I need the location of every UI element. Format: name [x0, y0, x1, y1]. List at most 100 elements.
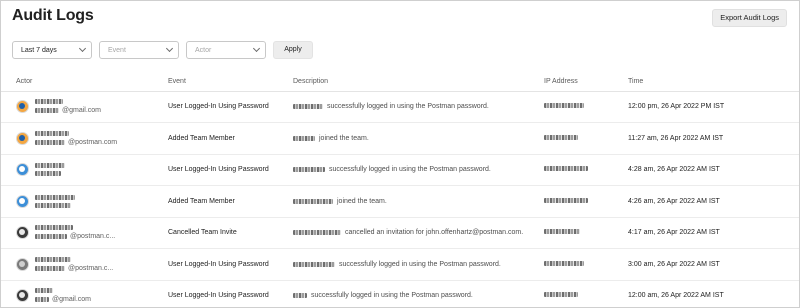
- avatar: [16, 226, 29, 240]
- export-audit-logs-button[interactable]: Export Audit Logs: [712, 9, 787, 27]
- actor-cell: @postman.c...: [1, 217, 168, 249]
- actor-email-domain: @gmail.com: [52, 296, 92, 304]
- event-cell: User Logged-In Using Password: [168, 91, 293, 123]
- redacted-name: [35, 99, 63, 105]
- redacted-name: [35, 225, 73, 231]
- ip-address-cell: [544, 280, 628, 307]
- actor-email-domain: @postman.c...: [70, 233, 116, 241]
- description-text: successfully logged in using the Postman…: [327, 103, 489, 111]
- event-cell: User Logged-In Using Password: [168, 248, 293, 281]
- avatar: [16, 257, 29, 271]
- time-cell: 4:28 am, 26 Apr 2022 AM IST: [628, 154, 799, 186]
- table-row[interactable]: @postman.c... User Logged-In Using Passwo…: [1, 248, 799, 281]
- redacted-email: [35, 171, 61, 177]
- redacted-name: [293, 261, 335, 267]
- description-text: joined the team.: [319, 134, 369, 142]
- event-cell: User Logged-In Using Password: [168, 280, 293, 307]
- description-text: joined the team.: [337, 197, 387, 205]
- date-range-dropdown[interactable]: Last 7 days: [12, 41, 92, 59]
- event-cell: Cancelled Team Invite: [168, 217, 293, 249]
- page-title: Audit Logs: [12, 7, 94, 24]
- actor-dropdown[interactable]: Actor: [186, 41, 266, 59]
- column-header-actor[interactable]: Actor: [1, 73, 168, 92]
- redacted-ip-address: [544, 134, 578, 140]
- table-row[interactable]: @postman.com Added Team Member joined the …: [1, 122, 799, 155]
- column-header-description[interactable]: Description: [293, 73, 544, 92]
- actor-cell: @gmail.com: [1, 280, 168, 307]
- table-row[interactable]: User Logged-In Using Password successfull…: [1, 154, 799, 186]
- actor-cell: @gmail.com: [1, 91, 168, 123]
- redacted-ip-address: [544, 103, 584, 109]
- time-cell: 12:00 am, 26 Apr 2022 AM IST: [628, 280, 799, 307]
- ip-address-cell: [544, 154, 628, 186]
- chevron-down-icon: [252, 44, 261, 53]
- description-cell: successfully logged in using the Postman…: [293, 280, 544, 307]
- redacted-ip-address: [544, 292, 578, 298]
- actor-cell: [1, 185, 168, 218]
- description-text: cancelled an invitation for john.offenha…: [345, 229, 524, 237]
- column-header-event[interactable]: Event: [168, 73, 293, 92]
- event-cell: Added Team Member: [168, 185, 293, 218]
- event-cell: User Logged-In Using Password: [168, 154, 293, 186]
- redacted-email: [35, 234, 67, 240]
- redacted-name: [293, 135, 315, 141]
- column-header-ip-address[interactable]: IP Address: [544, 73, 628, 92]
- time-cell: 4:26 am, 26 Apr 2022 AM IST: [628, 185, 799, 218]
- redacted-name: [35, 194, 75, 200]
- event-cell: Added Team Member: [168, 122, 293, 155]
- actor-email-domain: @postman.c...: [68, 264, 114, 272]
- redacted-email: [35, 202, 71, 208]
- table-row[interactable]: @gmail.com User Logged-In Using Password s…: [1, 280, 799, 307]
- redacted-ip-address: [544, 260, 584, 266]
- audit-log-table: Actor Event Description IP Address Time …: [1, 73, 799, 307]
- chevron-down-icon: [78, 44, 87, 53]
- audit-logs-page: Audit Logs Export Audit Logs Last 7 days…: [0, 0, 800, 308]
- avatar: [16, 131, 29, 145]
- actor-cell: @postman.c...: [1, 248, 168, 281]
- column-header-time[interactable]: Time: [628, 73, 799, 92]
- redacted-email: [35, 108, 59, 114]
- description-text: successfully logged in using the Postman…: [329, 166, 491, 174]
- description-text: successfully logged in using the Postman…: [311, 292, 473, 300]
- redacted-ip-address: [544, 197, 588, 203]
- actor-placeholder: Actor: [195, 46, 212, 54]
- description-cell: joined the team.: [293, 122, 544, 155]
- redacted-ip-address: [544, 229, 580, 235]
- apply-button[interactable]: Apply: [273, 41, 313, 59]
- chevron-down-icon: [165, 44, 174, 53]
- actor-email-domain: @gmail.com: [62, 107, 102, 115]
- actor-cell: [1, 154, 168, 186]
- time-cell: 4:17 am, 26 Apr 2022 AM IST: [628, 217, 799, 249]
- date-range-value: Last 7 days: [21, 46, 57, 54]
- redacted-name: [35, 163, 65, 169]
- event-placeholder: Event: [108, 46, 126, 54]
- redacted-name: [293, 167, 325, 173]
- ip-address-cell: [544, 217, 628, 249]
- table-row[interactable]: @gmail.com User Logged-In Using Password s…: [1, 91, 799, 123]
- filter-bar: Last 7 days Event Actor Apply: [12, 41, 313, 59]
- ip-address-cell: [544, 185, 628, 218]
- time-cell: 12:00 pm, 26 Apr 2022 PM IST: [628, 91, 799, 123]
- table-header-row: Actor Event Description IP Address Time: [1, 73, 799, 92]
- event-dropdown[interactable]: Event: [99, 41, 179, 59]
- redacted-name: [293, 104, 323, 110]
- description-cell: successfully logged in using the Postman…: [293, 91, 544, 123]
- avatar: [16, 194, 29, 208]
- ip-address-cell: [544, 91, 628, 123]
- table-row[interactable]: @postman.c... Cancelled Team Invite cancel…: [1, 217, 799, 249]
- actor-cell: @postman.com: [1, 122, 168, 155]
- description-cell: cancelled an invitation for john.offenha…: [293, 217, 544, 249]
- redacted-name: [293, 293, 307, 299]
- avatar: [16, 100, 29, 114]
- redacted-name: [35, 288, 53, 294]
- redacted-email: [35, 265, 65, 271]
- redacted-name: [35, 130, 69, 136]
- description-cell: joined the team.: [293, 185, 544, 218]
- table-row[interactable]: Added Team Member joined the team. 4:26 am…: [1, 185, 799, 218]
- time-cell: 11:27 am, 26 Apr 2022 AM IST: [628, 122, 799, 155]
- redacted-ip-address: [544, 166, 588, 172]
- description-cell: successfully logged in using the Postman…: [293, 248, 544, 281]
- redacted-name: [293, 198, 333, 204]
- redacted-email: [35, 297, 49, 303]
- description-text: successfully logged in using the Postman…: [339, 260, 501, 268]
